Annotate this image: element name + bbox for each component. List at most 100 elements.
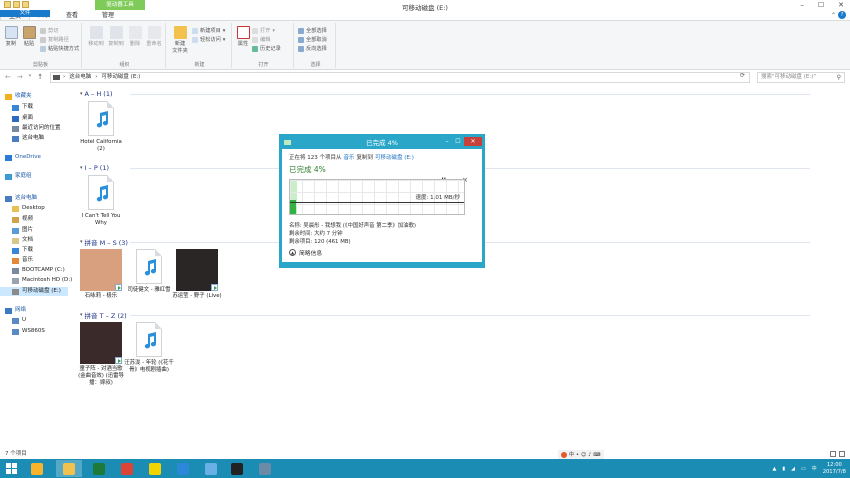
- group-header[interactable]: ▾ 拼音 T – Z (2): [80, 310, 810, 320]
- sidebar-item[interactable]: WS860S: [0, 327, 45, 336]
- file-item[interactable]: 童子阵 - 对酒当歌 (金曲音效) (迅雷导播：嫁叔): [76, 322, 126, 387]
- open-button[interactable]: 打开 ▾: [252, 27, 275, 34]
- sidebar-item[interactable]: 可移动磁盘 (E:): [0, 287, 68, 296]
- sidebar-item[interactable]: 图片: [0, 226, 33, 235]
- emoji-icon[interactable]: ☺: [581, 452, 586, 458]
- dialog-title-bar[interactable]: 已完成 4% – ☐ ✕: [282, 137, 482, 149]
- tab-view[interactable]: 查看: [58, 10, 86, 20]
- chevron-down-icon[interactable]: ▾: [80, 91, 83, 97]
- minimize-icon[interactable]: –: [800, 1, 804, 9]
- breadcrumb-this-pc[interactable]: 这台电脑: [69, 73, 91, 82]
- sidebar-item[interactable]: 这台电脑: [0, 194, 37, 203]
- close-icon[interactable]: ✕: [464, 137, 482, 146]
- ime-toolbar[interactable]: 中 • ☺ ♪ ⌨: [558, 450, 604, 459]
- view-toggle[interactable]: [830, 451, 845, 457]
- sidebar-item[interactable]: 视频: [0, 215, 33, 224]
- new-folder-button[interactable]: 新建 文件夹: [171, 26, 189, 54]
- move-to-button[interactable]: 移动到: [87, 26, 105, 47]
- taskbar-app-qq-browser[interactable]: [170, 460, 196, 477]
- select-all-button[interactable]: 全部选择: [298, 27, 327, 34]
- window-controls[interactable]: – ☐ ✕: [800, 1, 844, 9]
- group-header[interactable]: ▾ I – P (1): [80, 163, 810, 172]
- select-none-button[interactable]: 全部取消: [298, 36, 327, 43]
- keyboard-icon[interactable]: ⌨: [593, 452, 600, 458]
- sidebar-item[interactable]: 家庭组: [0, 172, 32, 181]
- voice-icon[interactable]: ♪: [588, 452, 591, 458]
- file-item[interactable]: 司徒健文 - 雅红雪: [124, 249, 174, 294]
- history-button[interactable]: 历史记录: [252, 45, 281, 52]
- taskbar-app-fruit[interactable]: [142, 460, 168, 477]
- sidebar-item[interactable]: OneDrive: [0, 153, 41, 162]
- taskbar-app-chrome[interactable]: [114, 460, 140, 477]
- maximize-icon[interactable]: ☐: [818, 1, 824, 9]
- breadcrumb-drive[interactable]: 可移动磁盘 (E:): [101, 73, 140, 82]
- copy-button[interactable]: 复制: [3, 26, 19, 47]
- address-bar[interactable]: › 这台电脑 › 可移动磁盘 (E:): [50, 72, 750, 83]
- file-item[interactable]: 石咏莉 - 极乐: [76, 249, 126, 300]
- sidebar-item[interactable]: Macintosh HD (D:): [0, 276, 72, 285]
- chevron-down-icon[interactable]: ▾: [80, 239, 83, 245]
- recent-dropdown-icon[interactable]: ▾: [29, 73, 32, 81]
- file-item[interactable]: 苏运莹 - 野子 (Live): [172, 249, 222, 300]
- ime-mode-icon[interactable]: 中: [569, 451, 574, 458]
- details-view-icon[interactable]: [830, 451, 836, 457]
- file-item[interactable]: 汪苏泷 - 年轮 (《花千骨》电视剧插曲): [124, 322, 174, 374]
- chevron-down-icon[interactable]: ▾: [80, 165, 83, 171]
- sidebar-item[interactable]: BOOTCAMP (C:): [0, 266, 65, 275]
- search-icon[interactable]: ⚲: [837, 73, 841, 82]
- copy-to-button[interactable]: 复制到: [107, 26, 125, 47]
- sidebar-item[interactable]: 网络: [0, 306, 26, 315]
- punctuation-icon[interactable]: •: [576, 452, 579, 458]
- destination-link[interactable]: 可移动磁盘 (E:): [375, 153, 414, 161]
- sidebar-item[interactable]: 收藏夹: [0, 92, 32, 101]
- search-input[interactable]: 搜索"可移动磁盘 (E:)" ⚲: [757, 72, 845, 83]
- battery-icon[interactable]: ▮: [782, 466, 785, 472]
- properties-button[interactable]: 属性: [236, 26, 250, 47]
- taskbar-app-excel[interactable]: [86, 460, 112, 477]
- network-icon[interactable]: ▲: [772, 466, 776, 472]
- easy-access-button[interactable]: 轻松访问 ▾: [192, 36, 225, 43]
- group-header[interactable]: ▾ A – H (1): [80, 89, 810, 98]
- group-header[interactable]: ▾ 拼音 M – S (3): [80, 237, 810, 247]
- minimize-icon[interactable]: –: [442, 137, 452, 146]
- paste-shortcut-button[interactable]: 粘贴快捷方式: [40, 45, 79, 52]
- paste-button[interactable]: 粘贴: [21, 26, 37, 47]
- taskbar-app-ie[interactable]: [24, 460, 50, 477]
- large-icons-view-icon[interactable]: [839, 451, 845, 457]
- delete-button[interactable]: 删除: [127, 26, 143, 47]
- sidebar-item[interactable]: Desktop: [0, 204, 45, 213]
- sidebar-item[interactable]: 最近访问的位置: [0, 124, 61, 133]
- sidebar-item[interactable]: 音乐: [0, 256, 33, 265]
- notification-icon[interactable]: ▭: [801, 466, 806, 472]
- taskbar-app-explorer[interactable]: [56, 460, 82, 477]
- start-button[interactable]: [6, 463, 18, 474]
- clock[interactable]: 12:00 2017/7/8: [823, 462, 846, 476]
- tab-file[interactable]: 文件: [0, 10, 50, 17]
- sidebar-item[interactable]: 桌面: [0, 114, 33, 123]
- chevron-up-icon[interactable]: ⌃: [831, 12, 836, 19]
- file-item[interactable]: I Can't Tell You Why: [76, 175, 126, 227]
- sidebar-item[interactable]: 下载: [0, 103, 33, 112]
- ime-icon[interactable]: 中: [812, 465, 817, 472]
- refresh-icon[interactable]: ⟳: [740, 72, 745, 79]
- close-icon[interactable]: ✕: [838, 1, 844, 9]
- sidebar-item[interactable]: 文档: [0, 236, 33, 245]
- taskbar-app-settings[interactable]: [252, 460, 278, 477]
- chevron-down-icon[interactable]: ▾: [80, 312, 83, 318]
- up-arrow-icon[interactable]: ↑: [37, 73, 43, 81]
- invert-selection-button[interactable]: 反向选择: [298, 45, 327, 52]
- tab-manage[interactable]: 管理: [94, 10, 122, 20]
- sidebar-item[interactable]: U: [0, 316, 26, 325]
- taskbar-app-swift[interactable]: [198, 460, 224, 477]
- edit-button[interactable]: 编辑: [252, 36, 270, 43]
- volume-icon[interactable]: ◢: [791, 466, 795, 472]
- rename-button[interactable]: 重命名: [145, 26, 163, 47]
- taskbar-app-media[interactable]: [224, 460, 250, 477]
- sidebar-item[interactable]: 下载: [0, 246, 33, 255]
- file-item[interactable]: Hotel California (2): [76, 101, 126, 153]
- copy-path-button[interactable]: 复制路径: [40, 36, 69, 43]
- help-icon[interactable]: ?: [838, 11, 846, 19]
- maximize-icon[interactable]: ☐: [453, 137, 463, 146]
- back-arrow-icon[interactable]: ←: [5, 73, 11, 81]
- forward-arrow-icon[interactable]: →: [17, 73, 23, 81]
